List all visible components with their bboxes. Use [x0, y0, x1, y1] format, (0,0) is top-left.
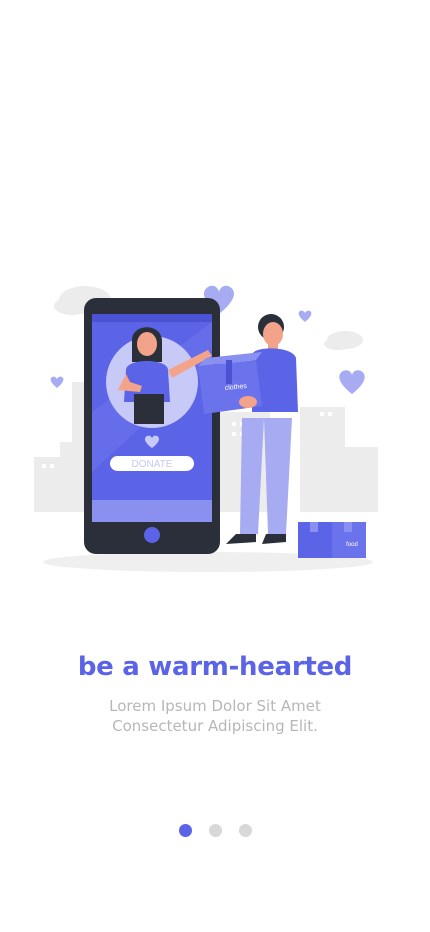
page-dot-2[interactable]: [208, 824, 222, 837]
food-box-label: food: [346, 542, 358, 548]
subtitle-line-2: Consectetur Adipiscing Elit.: [112, 717, 318, 735]
donate-label: DONATE: [132, 459, 173, 470]
donation-illustration: DONATE clothes food: [34, 285, 378, 572]
page-indicator: [0, 824, 430, 837]
subtitle-line-1: Lorem Ipsum Dolor Sit Amet: [109, 697, 321, 715]
onboarding-title: be a warm-hearted: [77, 652, 353, 682]
onboarding-subtitle: Lorem Ipsum Dolor Sit Amet Consectetur A…: [60, 696, 370, 736]
page-dot-1[interactable]: [178, 824, 192, 837]
page-dot-3[interactable]: [238, 824, 252, 837]
